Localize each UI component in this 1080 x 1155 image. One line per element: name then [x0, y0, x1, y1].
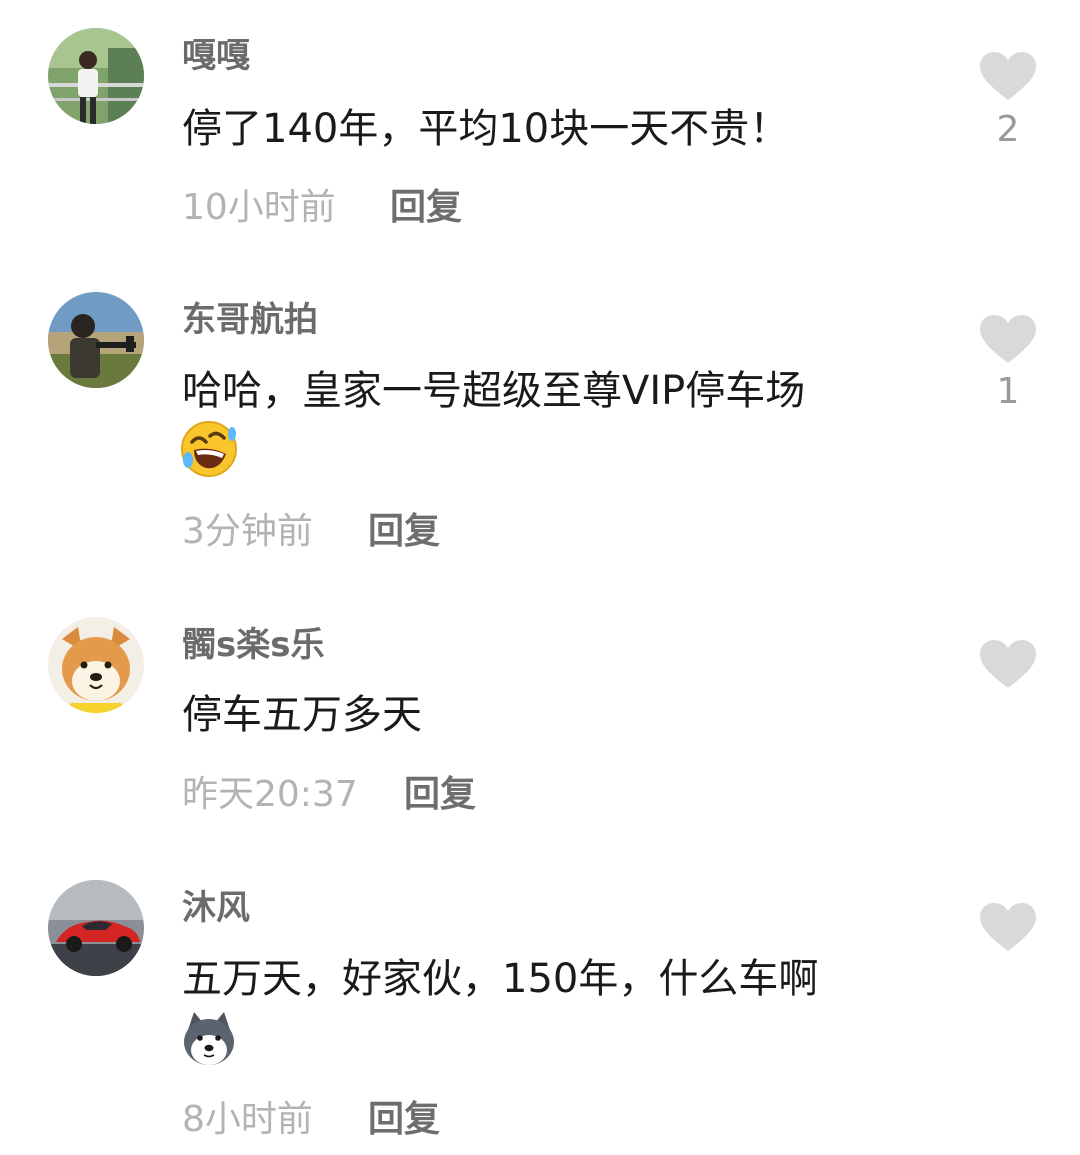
username[interactable]: 嘎嘎 [182, 36, 250, 76]
heart-icon [980, 52, 1036, 100]
like-button[interactable] [980, 315, 1036, 365]
reply-button[interactable]: 回复 [368, 510, 440, 554]
like-count: 2 [996, 109, 1020, 150]
person-outdoor-avatar-icon [48, 292, 144, 388]
username[interactable]: 东哥航拍 [182, 300, 318, 340]
comment-time: 10小时前 [182, 187, 336, 228]
username[interactable]: 髑s楽s乐 [182, 625, 324, 665]
comment-text: 停车五万多天 [182, 692, 422, 738]
reply-button[interactable]: 回复 [368, 1098, 440, 1142]
like-button[interactable] [980, 52, 1036, 102]
reply-button[interactable]: 回复 [404, 773, 476, 817]
like-button[interactable] [980, 903, 1036, 953]
comment-time: 昨天20:37 [182, 774, 358, 815]
heart-icon [980, 315, 1036, 363]
user-avatar[interactable] [48, 617, 144, 713]
comment-time: 8小时前 [182, 1099, 313, 1140]
user-avatar[interactable] [48, 28, 144, 124]
heart-icon [980, 640, 1036, 688]
person-portrait-avatar-icon [48, 28, 144, 124]
comment-text: 五万天，好家伙，150年，什么车啊 [182, 956, 819, 1002]
comment-text: 停了140年，平均10块一天不贵！ [182, 106, 790, 152]
comment-text: 哈哈，皇家一号超级至尊VIP停车场 [182, 368, 806, 414]
user-avatar[interactable] [48, 880, 144, 976]
reply-button[interactable]: 回复 [390, 186, 462, 230]
like-count: 1 [996, 371, 1020, 412]
shiba-dog-avatar-icon [48, 617, 144, 713]
husky-dog-emoji-icon [180, 1010, 238, 1068]
username[interactable]: 沐风 [182, 888, 250, 928]
rolling-laughing-emoji-icon [180, 420, 238, 478]
heart-icon [980, 903, 1036, 951]
red-sports-car-avatar-icon [48, 880, 144, 976]
user-avatar[interactable] [48, 292, 144, 388]
comment-time: 3分钟前 [182, 511, 313, 552]
like-button[interactable] [980, 640, 1036, 690]
